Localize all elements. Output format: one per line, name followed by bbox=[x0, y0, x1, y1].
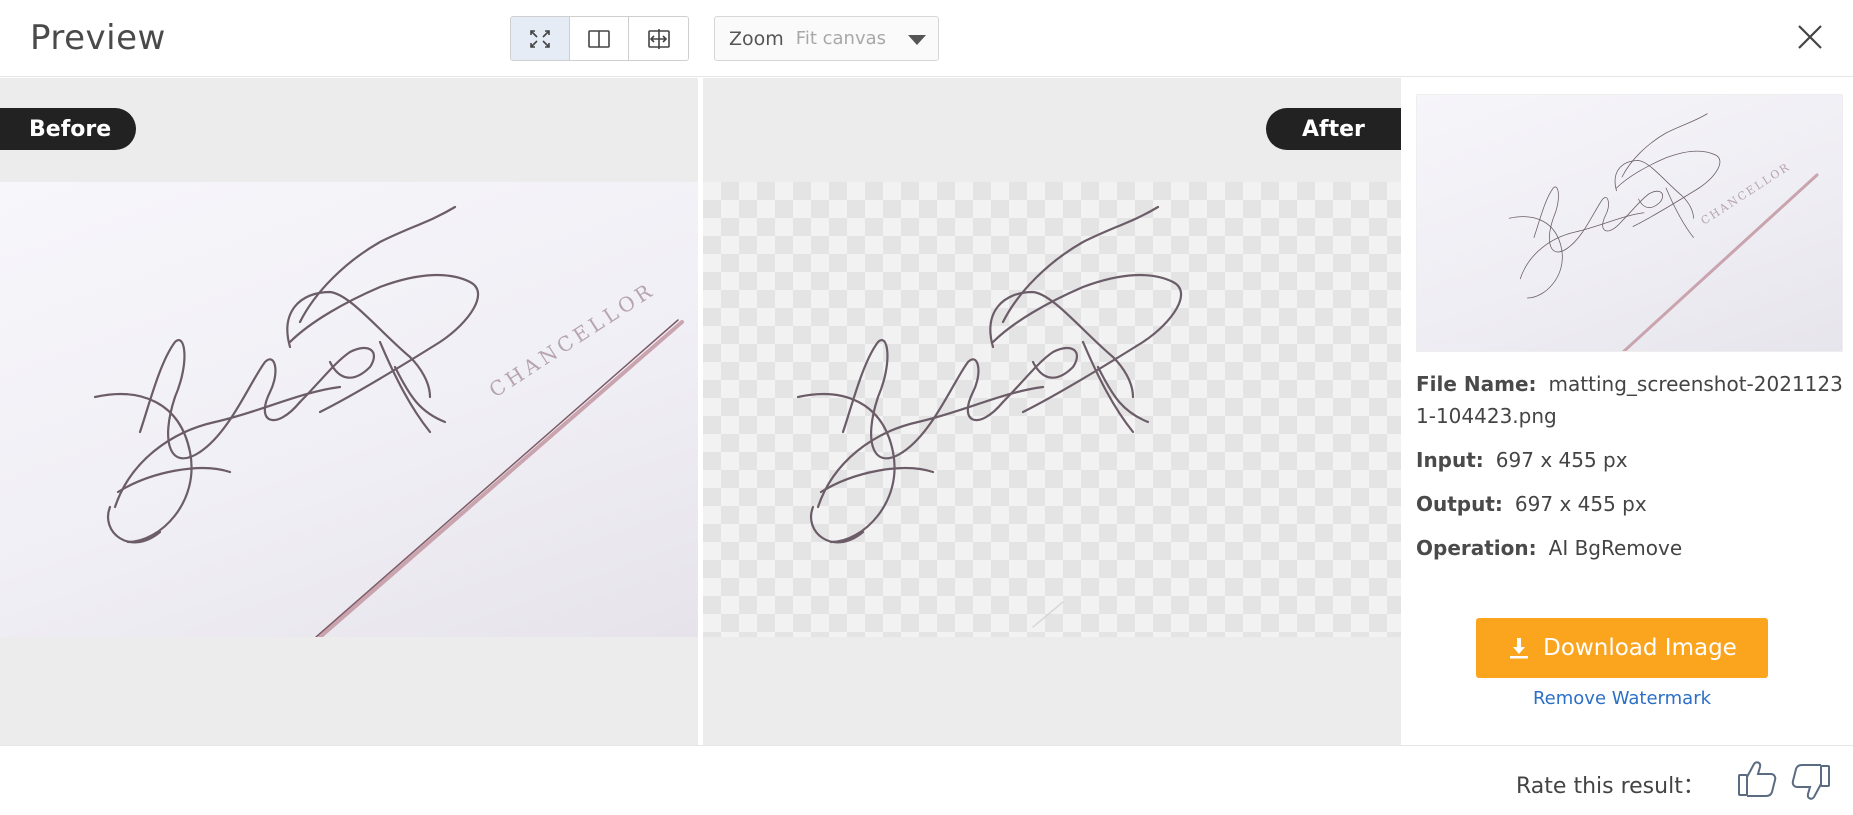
thumbs-down-icon[interactable] bbox=[1790, 762, 1832, 804]
image-caption-text: CHANCELLOR bbox=[485, 277, 660, 402]
file-info: File Name: matting_screenshot-20211231-10… bbox=[1416, 368, 1846, 576]
after-image bbox=[703, 182, 1401, 637]
rating-footer: Rate this result： bbox=[0, 745, 1853, 815]
file-name-row: File Name: matting_screenshot-20211231-10… bbox=[1416, 368, 1846, 432]
view-mode-split-button[interactable] bbox=[570, 17, 629, 60]
compare-slider-icon bbox=[647, 28, 670, 49]
close-icon[interactable] bbox=[1795, 22, 1825, 52]
after-panel: After bbox=[703, 78, 1401, 745]
operation-key: Operation: bbox=[1416, 536, 1537, 560]
remove-watermark-link[interactable]: Remove Watermark bbox=[1476, 688, 1768, 709]
result-thumbnail: CHANCELLOR bbox=[1416, 94, 1843, 352]
view-mode-toggle bbox=[510, 16, 689, 61]
chevron-down-icon bbox=[908, 35, 926, 45]
download-image-label: Download Image bbox=[1543, 635, 1737, 661]
operation-row: Operation: AI BgRemove bbox=[1416, 532, 1846, 564]
page-title: Preview bbox=[30, 18, 166, 58]
download-icon bbox=[1510, 638, 1529, 659]
view-mode-fullscreen-button[interactable] bbox=[511, 17, 570, 60]
zoom-value: Fit canvas bbox=[795, 28, 887, 49]
input-key: Input: bbox=[1416, 448, 1484, 472]
thumbs-up-icon[interactable] bbox=[1736, 758, 1778, 800]
rate-label: Rate this result： bbox=[1516, 774, 1705, 799]
fullscreen-icon bbox=[530, 29, 550, 48]
download-image-button[interactable]: Download Image bbox=[1476, 618, 1768, 678]
after-label: After bbox=[1266, 108, 1401, 150]
output-value: 697 x 455 px bbox=[1514, 492, 1647, 516]
preview-header: Preview Zoom Fit canvas bbox=[0, 0, 1853, 77]
before-label: Before bbox=[0, 108, 136, 150]
input-size-row: Input: 697 x 455 px bbox=[1416, 444, 1846, 476]
input-value: 697 x 455 px bbox=[1495, 448, 1628, 472]
file-name-key: File Name: bbox=[1416, 372, 1537, 396]
output-key: Output: bbox=[1416, 492, 1503, 516]
svg-text:CHANCELLOR: CHANCELLOR bbox=[1699, 160, 1793, 228]
zoom-select[interactable]: Zoom Fit canvas bbox=[714, 16, 939, 61]
zoom-label: Zoom bbox=[729, 27, 784, 50]
output-size-row: Output: 697 x 455 px bbox=[1416, 488, 1846, 520]
operation-value: AI BgRemove bbox=[1548, 536, 1683, 560]
before-panel: CHANCELLOR Before bbox=[0, 78, 698, 745]
before-image: CHANCELLOR bbox=[0, 182, 698, 637]
view-mode-compare-button[interactable] bbox=[629, 17, 688, 60]
split-view-icon bbox=[588, 29, 610, 48]
info-sidebar: CHANCELLOR File Name: matting_screenshot-… bbox=[1401, 78, 1853, 745]
